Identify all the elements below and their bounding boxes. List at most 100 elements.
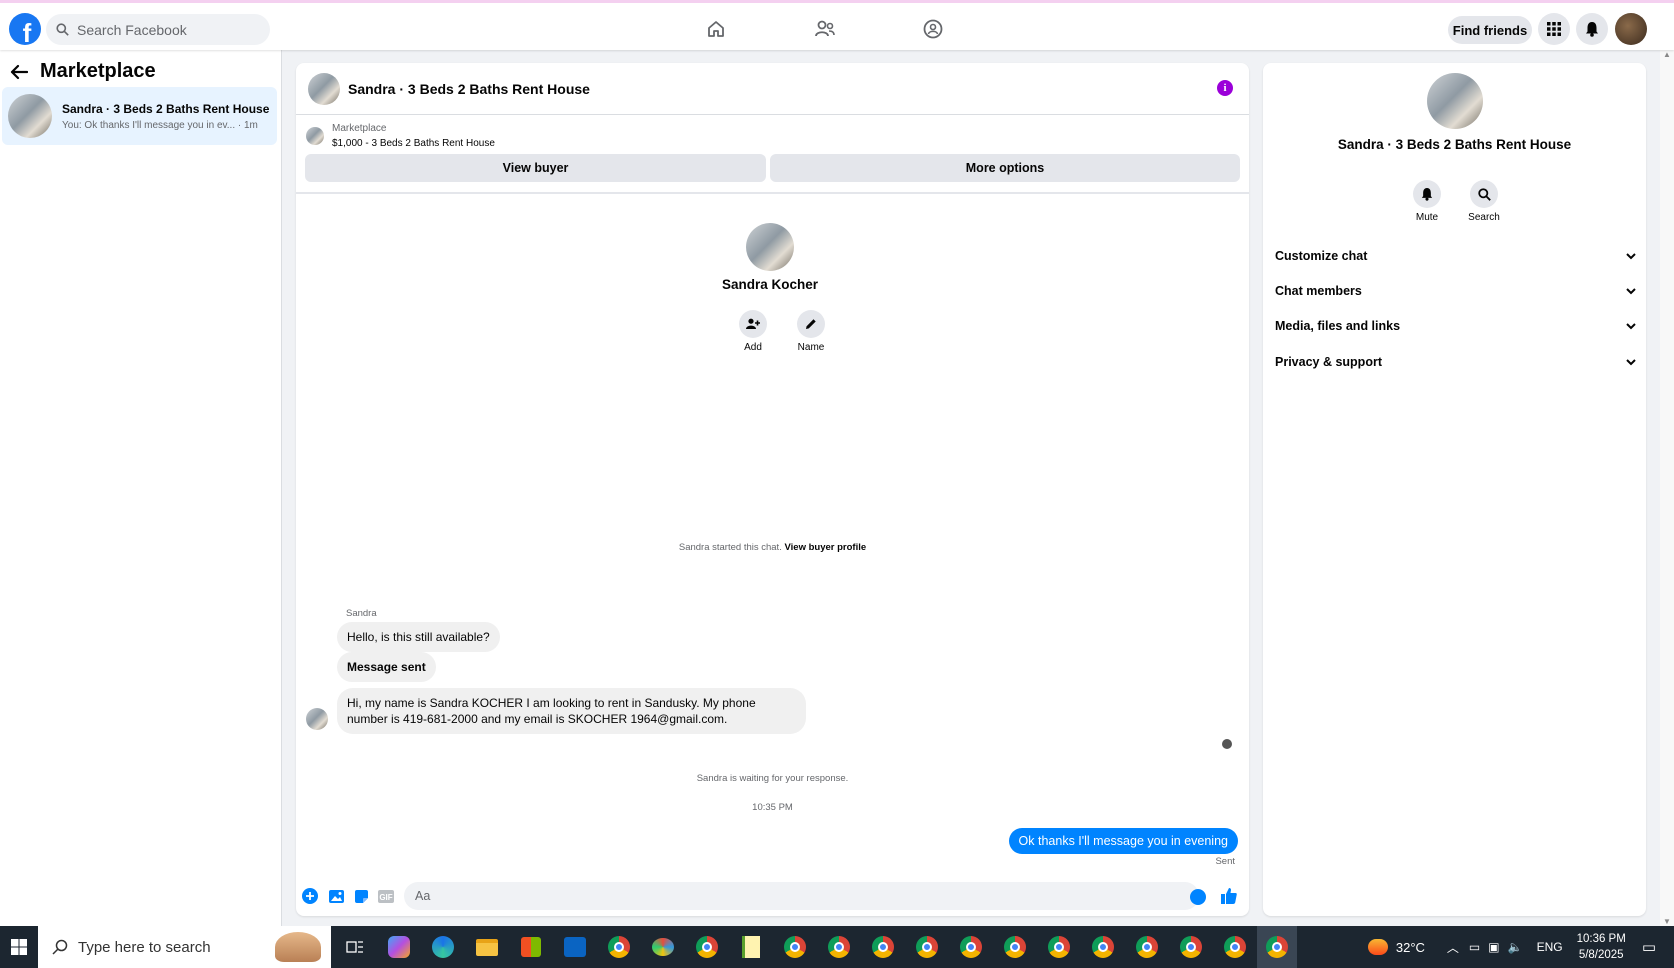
- incoming-message[interactable]: Message sent: [337, 652, 436, 682]
- edge-icon[interactable]: [427, 931, 459, 963]
- chrome-icon[interactable]: [999, 931, 1031, 963]
- view-buyer-button[interactable]: View buyer: [305, 154, 766, 182]
- details-avatar[interactable]: [1426, 73, 1483, 129]
- chevron-up-icon[interactable]: ︿: [1447, 939, 1459, 956]
- outgoing-message[interactable]: Ok thanks I'll message you in evening: [1008, 828, 1238, 854]
- message-input-placeholder: Aa: [415, 889, 431, 903]
- top-navigation-bar: f Search Facebook Find friends: [0, 0, 1674, 50]
- info-icon[interactable]: i: [1217, 80, 1233, 96]
- groups-icon[interactable]: [920, 16, 946, 42]
- chrome-icon[interactable]: [1219, 931, 1251, 963]
- notification-center-icon[interactable]: ▭: [1642, 938, 1656, 956]
- task-view-icon[interactable]: [339, 931, 371, 963]
- listing-summary[interactable]: Marketplace $1,000 - 3 Beds 2 Baths Rent…: [306, 121, 495, 151]
- search-highlight-image: [275, 932, 321, 962]
- outlook-icon[interactable]: [559, 931, 591, 963]
- weather-icon[interactable]: [1367, 939, 1388, 955]
- file-explorer-icon[interactable]: [471, 931, 503, 963]
- menu-grid-icon[interactable]: [1538, 13, 1570, 45]
- friends-icon[interactable]: [812, 16, 838, 42]
- search-icon: [56, 23, 69, 36]
- emoji-icon[interactable]: [1190, 889, 1206, 905]
- sidebar-header: Marketplace: [10, 60, 156, 83]
- chrome-icon[interactable]: [1131, 931, 1163, 963]
- sender-avatar[interactable]: [306, 708, 328, 730]
- chat-started-text: Sandra started this chat.: [678, 542, 782, 553]
- buyer-avatar[interactable]: [746, 223, 794, 271]
- search-facebook-input[interactable]: Search Facebook: [46, 14, 270, 45]
- chat-panel: Sandra · 3 Beds 2 Baths Rent House i Mar…: [296, 63, 1249, 916]
- sticker-icon[interactable]: [353, 888, 369, 904]
- chrome-active-icon[interactable]: [1257, 926, 1297, 968]
- chat-members-section[interactable]: Chat members: [1275, 278, 1636, 304]
- paint-icon[interactable]: [647, 931, 679, 963]
- taskbar-search-box[interactable]: Type here to search: [38, 926, 331, 968]
- home-icon[interactable]: [703, 16, 729, 42]
- name-action[interactable]: Name: [791, 310, 831, 353]
- message-composer: GIF Aa: [296, 876, 1249, 916]
- more-options-button[interactable]: More options: [770, 154, 1240, 182]
- network-icon[interactable]: ▣: [1488, 940, 1499, 954]
- language-indicator[interactable]: ENG: [1537, 940, 1563, 954]
- chat-title[interactable]: Sandra · 3 Beds 2 Baths Rent House: [348, 81, 590, 97]
- photo-icon[interactable]: [328, 888, 344, 904]
- incoming-message[interactable]: Hello, is this still available?: [337, 622, 500, 652]
- header-divider: [296, 192, 1249, 194]
- gif-icon[interactable]: GIF: [378, 888, 394, 904]
- seen-indicator-avatar: [1222, 739, 1232, 749]
- chrome-profile-icon[interactable]: [691, 931, 723, 963]
- search-label: Search: [1468, 212, 1500, 223]
- notepad-icon[interactable]: [735, 931, 767, 963]
- message-input[interactable]: Aa: [404, 882, 1199, 910]
- name-label: Name: [797, 342, 825, 353]
- page-scrollbar[interactable]: ▲ ▼: [1660, 50, 1674, 926]
- facebook-logo[interactable]: f: [9, 13, 41, 45]
- details-title: Sandra · 3 Beds 2 Baths Rent House: [1337, 137, 1572, 152]
- chrome-icon[interactable]: [1087, 931, 1119, 963]
- volume-icon[interactable]: 🔈: [1508, 940, 1523, 954]
- incoming-message[interactable]: Hi, my name is Sandra KOCHER I am lookin…: [337, 688, 806, 734]
- chrome-icon[interactable]: [603, 931, 635, 963]
- message-timestamp: 10:35 PM: [752, 802, 793, 813]
- chat-header: Sandra · 3 Beds 2 Baths Rent House i: [296, 63, 1249, 115]
- customize-chat-section[interactable]: Customize chat: [1275, 243, 1636, 269]
- chat-intro: Sandra Kocher: [690, 223, 850, 292]
- copilot-icon[interactable]: [383, 931, 415, 963]
- windows-start-icon[interactable]: [0, 926, 38, 968]
- privacy-support-section[interactable]: Privacy & support: [1275, 349, 1636, 375]
- chrome-icon[interactable]: [1175, 931, 1207, 963]
- meet-now-icon[interactable]: ▭: [1469, 940, 1480, 954]
- add-action[interactable]: Add: [733, 310, 773, 353]
- view-buyer-profile-link[interactable]: View buyer profile: [784, 542, 866, 553]
- chrome-icon[interactable]: [867, 931, 899, 963]
- section-label: Media, files and links: [1275, 319, 1401, 333]
- search-icon: [52, 939, 68, 955]
- account-avatar[interactable]: [1615, 13, 1647, 45]
- scroll-up-arrow-icon[interactable]: ▲: [1663, 50, 1671, 59]
- chat-details-panel: Sandra · 3 Beds 2 Baths Rent House Mute …: [1263, 63, 1646, 916]
- notifications-bell-icon[interactable]: [1576, 13, 1608, 45]
- conversation-list-item[interactable]: Sandra · 3 Beds 2 Baths Rent House You: …: [2, 87, 277, 145]
- plus-circle-icon[interactable]: [302, 888, 318, 904]
- microsoft-store-icon[interactable]: [515, 931, 547, 963]
- thumbs-up-icon[interactable]: [1221, 887, 1237, 904]
- weather-temperature[interactable]: 32°C: [1396, 940, 1425, 955]
- bell-icon: [1413, 180, 1441, 208]
- scroll-down-arrow-icon[interactable]: ▼: [1663, 917, 1671, 926]
- media-files-links-section[interactable]: Media, files and links: [1275, 313, 1636, 339]
- mute-action[interactable]: Mute: [1402, 180, 1452, 223]
- back-arrow-icon[interactable]: [10, 64, 28, 80]
- chat-header-thumbnail[interactable]: [308, 72, 340, 105]
- chrome-icon[interactable]: [779, 931, 811, 963]
- search-action[interactable]: Search: [1459, 180, 1509, 223]
- listing-source: Marketplace: [332, 123, 387, 134]
- chrome-icon[interactable]: [955, 931, 987, 963]
- chevron-down-icon: [1626, 358, 1636, 365]
- chrome-icon[interactable]: [911, 931, 943, 963]
- add-person-icon: [739, 310, 767, 338]
- chrome-icon[interactable]: [823, 931, 855, 963]
- chevron-down-icon: [1626, 322, 1636, 329]
- system-clock[interactable]: 10:36 PM 5/8/2025: [1577, 931, 1626, 963]
- chrome-icon[interactable]: [1043, 931, 1075, 963]
- find-friends-button[interactable]: Find friends: [1448, 16, 1532, 44]
